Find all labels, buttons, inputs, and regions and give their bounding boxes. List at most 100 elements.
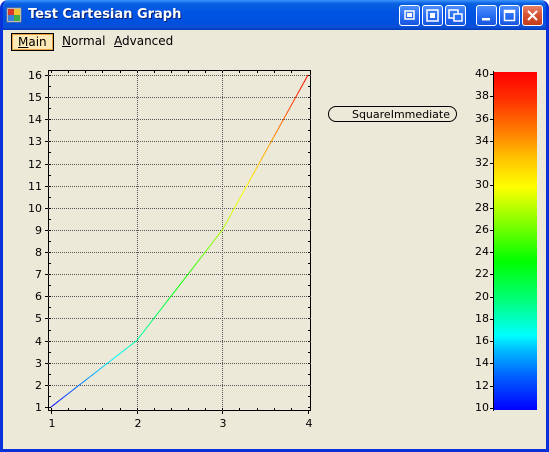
y-tick-label: 6 xyxy=(35,289,42,303)
series-line-segment xyxy=(174,284,180,292)
series-line-segment xyxy=(93,370,99,375)
colorbar-tick xyxy=(490,141,493,142)
y-tick-label: 5 xyxy=(35,311,42,325)
series-line-segment xyxy=(179,279,185,286)
colorbar-tick-label: 14 xyxy=(475,356,489,369)
series-line-segment xyxy=(89,373,95,378)
colorbar-tick xyxy=(490,319,493,320)
series-line-segment xyxy=(187,268,193,275)
y-tick-label: 9 xyxy=(35,223,42,237)
y-tick-label: 1 xyxy=(35,400,42,414)
series-line-segment xyxy=(191,262,198,269)
colorbar-tick-label: 20 xyxy=(475,290,489,303)
colorbar-tick-label: 36 xyxy=(475,112,489,125)
menu-item-main[interactable]: Main xyxy=(11,33,54,51)
colorbar-tick-label: 32 xyxy=(475,156,489,169)
minimize-button[interactable] xyxy=(476,5,497,26)
series-line-segment xyxy=(106,360,112,365)
series-line-segment xyxy=(59,396,65,401)
series-line-segment xyxy=(67,390,73,395)
series-line-segment xyxy=(264,144,270,153)
series-line-segment xyxy=(153,312,159,319)
colorbar-tick xyxy=(490,230,493,231)
restore-icon-button[interactable] xyxy=(399,5,420,26)
series-line-segment xyxy=(230,206,236,215)
colorbar-tick-label: 12 xyxy=(475,379,489,392)
series-line-segment xyxy=(166,296,172,303)
line-chart xyxy=(45,70,311,414)
colorbar-tick xyxy=(490,363,493,364)
series-line-segment xyxy=(260,152,266,161)
series-line-segment xyxy=(183,273,189,281)
title-bar[interactable]: Test Cartesian Graph xyxy=(3,0,546,30)
window-title: Test Cartesian Graph xyxy=(28,7,182,22)
y-tick-label: 4 xyxy=(35,334,42,348)
app-icon[interactable] xyxy=(6,7,22,23)
maximize-button[interactable] xyxy=(499,5,520,26)
menu-bar: Main Normal Advanced xyxy=(3,30,546,53)
series-line-segment xyxy=(200,251,206,258)
series-line-segment xyxy=(136,334,142,341)
series-line-segment xyxy=(213,235,219,242)
colorbar-tick xyxy=(490,96,493,97)
colorbar-tick xyxy=(490,163,493,164)
series-line-segment xyxy=(221,221,228,231)
y-tick-label: 2 xyxy=(35,378,42,392)
close-button[interactable] xyxy=(522,5,543,26)
series-line-segment xyxy=(277,121,283,130)
series-line-segment xyxy=(298,82,305,91)
series-line-segment xyxy=(251,167,258,176)
series-line-segment xyxy=(84,376,90,381)
x-tick-label: 1 xyxy=(48,417,56,430)
series-line-segment xyxy=(97,366,103,371)
colorbar-tick xyxy=(490,297,493,298)
series-line-segment xyxy=(273,128,279,138)
maximize-alt-button[interactable] xyxy=(422,5,443,26)
y-tick-label: 7 xyxy=(35,267,42,281)
y-tick-label: 14 xyxy=(28,112,42,126)
colorbar-tick xyxy=(490,386,493,387)
series-line-segment xyxy=(247,175,253,184)
series-line-segment xyxy=(256,159,262,169)
colorbar-tick-label: 18 xyxy=(475,312,489,325)
y-tick-label: 10 xyxy=(28,201,42,215)
colorbar-tick xyxy=(490,74,493,75)
close-icon xyxy=(527,10,538,21)
colorbar-tick-label: 30 xyxy=(475,178,489,191)
tile-button[interactable] xyxy=(445,5,466,26)
menu-item-normal[interactable]: Normal xyxy=(56,33,111,51)
series-line-segment xyxy=(149,318,155,325)
series-line-segment xyxy=(281,113,288,122)
series-line-segment xyxy=(161,301,168,308)
colorbar-tick xyxy=(490,252,493,253)
series-line-segment xyxy=(123,346,129,351)
colorbar-tick xyxy=(490,341,493,342)
series-line-segment xyxy=(54,399,60,405)
series-line-segment xyxy=(303,74,309,83)
series-line-segment xyxy=(239,190,245,200)
legend-entry: SquareImmediate xyxy=(328,106,457,122)
colorbar-tick-label: 40 xyxy=(475,67,489,80)
y-tick-label: 11 xyxy=(28,179,42,193)
series-line-segment xyxy=(196,257,202,264)
colorbar-tick xyxy=(490,208,493,209)
y-tick-label: 12 xyxy=(28,157,42,171)
maximize-icon xyxy=(503,9,516,22)
series-line-segment xyxy=(243,183,249,192)
series-line-segment xyxy=(63,393,69,398)
series-line-segment xyxy=(76,383,82,388)
y-tick-label: 13 xyxy=(28,134,42,148)
x-tick-label: 4 xyxy=(305,417,313,430)
menu-item-advanced[interactable]: Advanced xyxy=(108,33,179,51)
colorbar-tick-label: 26 xyxy=(475,223,489,236)
colorbar-tick-label: 24 xyxy=(475,245,489,258)
series-line-segment xyxy=(144,323,150,330)
app-window: Test Cartesian Graph Main Normal Advance… xyxy=(0,0,549,452)
series-line-segment xyxy=(170,290,176,297)
series-line-segment xyxy=(234,198,240,207)
series-line-segment xyxy=(50,403,56,408)
series-line-segment xyxy=(127,343,133,348)
legend-label: SquareImmediate xyxy=(351,108,450,121)
colorbar-tick xyxy=(490,274,493,275)
y-tick-label: 16 xyxy=(28,68,42,82)
